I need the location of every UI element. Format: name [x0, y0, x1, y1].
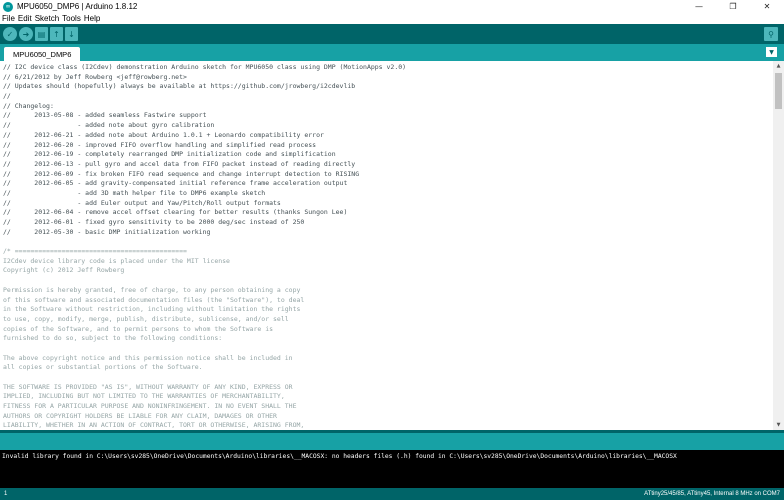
- code-line: // 2013-05-08 - added seamless Fastwire …: [3, 111, 207, 120]
- open-sketch-button[interactable]: ↑: [50, 27, 63, 41]
- code-line: // 2012-06-19 - completely rearranged DM…: [3, 150, 336, 159]
- tab-mpu6050-dmp6[interactable]: MPU6050_DMP6: [4, 47, 81, 61]
- code-editor[interactable]: // I2C device class (I2Cdev) demonstrati…: [0, 61, 773, 430]
- arrow-up-icon: ↑: [53, 29, 60, 39]
- scroll-up-icon[interactable]: ▲: [773, 61, 784, 71]
- window-title: MPU6050_DMP6 | Arduino 1.8.12: [17, 2, 138, 11]
- title-bar: ∞ MPU6050_DMP6 | Arduino 1.8.12 — ❐ ✕: [0, 0, 784, 13]
- tab-strip: MPU6050_DMP6 ▼: [0, 44, 784, 61]
- menu-file[interactable]: File: [2, 14, 15, 23]
- footer-bar: 1 ATtiny25/45/85, ATtiny45, Internal 8 M…: [0, 488, 784, 500]
- code-line: furnished to do so, subject to the follo…: [3, 334, 223, 343]
- code-line: // 2012-06-01 - fixed gyro sensitivity t…: [3, 218, 305, 226]
- code-line: LIABILITY, WHETHER IN AN ACTION OF CONTR…: [3, 421, 305, 430]
- magnifier-icon: ⚲: [768, 29, 774, 39]
- code-line: copies of the Software, and to permit pe…: [3, 324, 274, 333]
- code-line: all copies or substantial portions of th…: [3, 363, 203, 372]
- code-line: I2Cdev device library code is placed und…: [3, 256, 230, 265]
- code-line: /* =====================================…: [3, 247, 187, 256]
- console-output[interactable]: Invalid library found in C:\Users\sv285\…: [0, 450, 784, 488]
- code-line: FITNESS FOR A PARTICULAR PURPOSE AND NON…: [3, 402, 297, 411]
- upload-button[interactable]: ➜: [19, 27, 33, 41]
- chevron-down-icon: ▼: [769, 48, 774, 56]
- editor-scrollbar[interactable]: ▲ ▼: [773, 61, 784, 430]
- code-line: // 2012-06-20 - improved FIFO overflow h…: [3, 140, 317, 149]
- code-line: Copyright (c) 2012 Jeff Rowberg: [3, 266, 125, 275]
- status-bar: [0, 433, 784, 450]
- new-sketch-button[interactable]: ▤: [35, 27, 48, 41]
- code-line: // I2C device class (I2Cdev) demonstrati…: [3, 63, 407, 71]
- code-line: THE SOFTWARE IS PROVIDED "AS IS", WITHOU…: [3, 382, 293, 391]
- code-line: // 2012-06-13 - pull gyro and accel data…: [3, 159, 356, 168]
- code-line: // - add Euler output and Yaw/Pitch/Roll…: [3, 198, 281, 207]
- arrow-right-icon: ➜: [22, 29, 30, 39]
- menu-help[interactable]: Help: [84, 14, 100, 23]
- code-line: AUTHORS OR COPYRIGHT HOLDERS BE LIABLE F…: [3, 411, 277, 420]
- line-number: 1: [4, 491, 8, 497]
- code-line: Permission is hereby granted, free of ch…: [3, 285, 301, 294]
- maximize-button[interactable]: ❐: [716, 0, 750, 13]
- verify-button[interactable]: ✓: [3, 27, 17, 41]
- code-line: to use, copy, modify, merge, publish, di…: [3, 314, 289, 323]
- arrow-down-icon: ↓: [68, 29, 75, 39]
- code-line: // 2012-06-04 - remove accel offset clea…: [3, 208, 348, 217]
- tab-menu-button[interactable]: ▼: [766, 47, 777, 57]
- board-info: ATtiny25/45/85, ATtiny45, Internal 8 MHz…: [644, 491, 780, 497]
- menu-sketch[interactable]: Sketch: [35, 14, 59, 23]
- code-line: // Updates should (hopefully) always be …: [3, 82, 356, 91]
- arduino-logo-icon: ∞: [3, 1, 13, 12]
- new-file-icon: ▤: [37, 29, 46, 39]
- menu-edit[interactable]: Edit: [18, 14, 32, 23]
- code-line: // 2012-06-21 - added note about Arduino…: [3, 130, 324, 139]
- serial-monitor-button[interactable]: ⚲: [764, 27, 778, 41]
- toolbar: ✓ ➜ ▤ ↑ ↓ ⚲: [0, 24, 784, 44]
- code-line: // 2012-06-09 - fix broken FIFO read seq…: [3, 169, 360, 178]
- code-line: // Changelog:: [3, 101, 54, 110]
- scroll-thumb[interactable]: [775, 73, 782, 109]
- code-line: // - added note about gyro calibration: [3, 121, 215, 130]
- scroll-down-icon[interactable]: ▼: [773, 420, 784, 430]
- code-line: // 2012-06-05 - add gravity-compensated …: [3, 179, 348, 188]
- code-line: The above copyright notice and this perm…: [3, 353, 293, 362]
- code-line: in the Software without restriction, inc…: [3, 305, 301, 314]
- window-controls: — ❐ ✕: [682, 0, 784, 13]
- code-line: // 2012-05-30 - basic DMP initialization…: [3, 227, 211, 236]
- save-sketch-button[interactable]: ↓: [65, 27, 78, 41]
- code-line: of this software and associated document…: [3, 295, 305, 304]
- menu-tools[interactable]: Tools: [62, 14, 81, 23]
- code-line: // 6/21/2012 by Jeff Rowberg <jeff@rowbe…: [3, 72, 187, 81]
- menu-bar: File Edit Sketch Tools Help: [0, 13, 784, 24]
- console-message: Invalid library found in C:\Users\sv285\…: [2, 453, 677, 460]
- code-line: //: [3, 92, 11, 101]
- checkmark-icon: ✓: [6, 29, 14, 39]
- minimize-button[interactable]: —: [682, 0, 716, 13]
- close-button[interactable]: ✕: [750, 0, 784, 13]
- code-line: // - add 3D math helper file to DMP6 exa…: [3, 188, 266, 197]
- code-line: IMPLIED, INCLUDING BUT NOT LIMITED TO TH…: [3, 392, 285, 401]
